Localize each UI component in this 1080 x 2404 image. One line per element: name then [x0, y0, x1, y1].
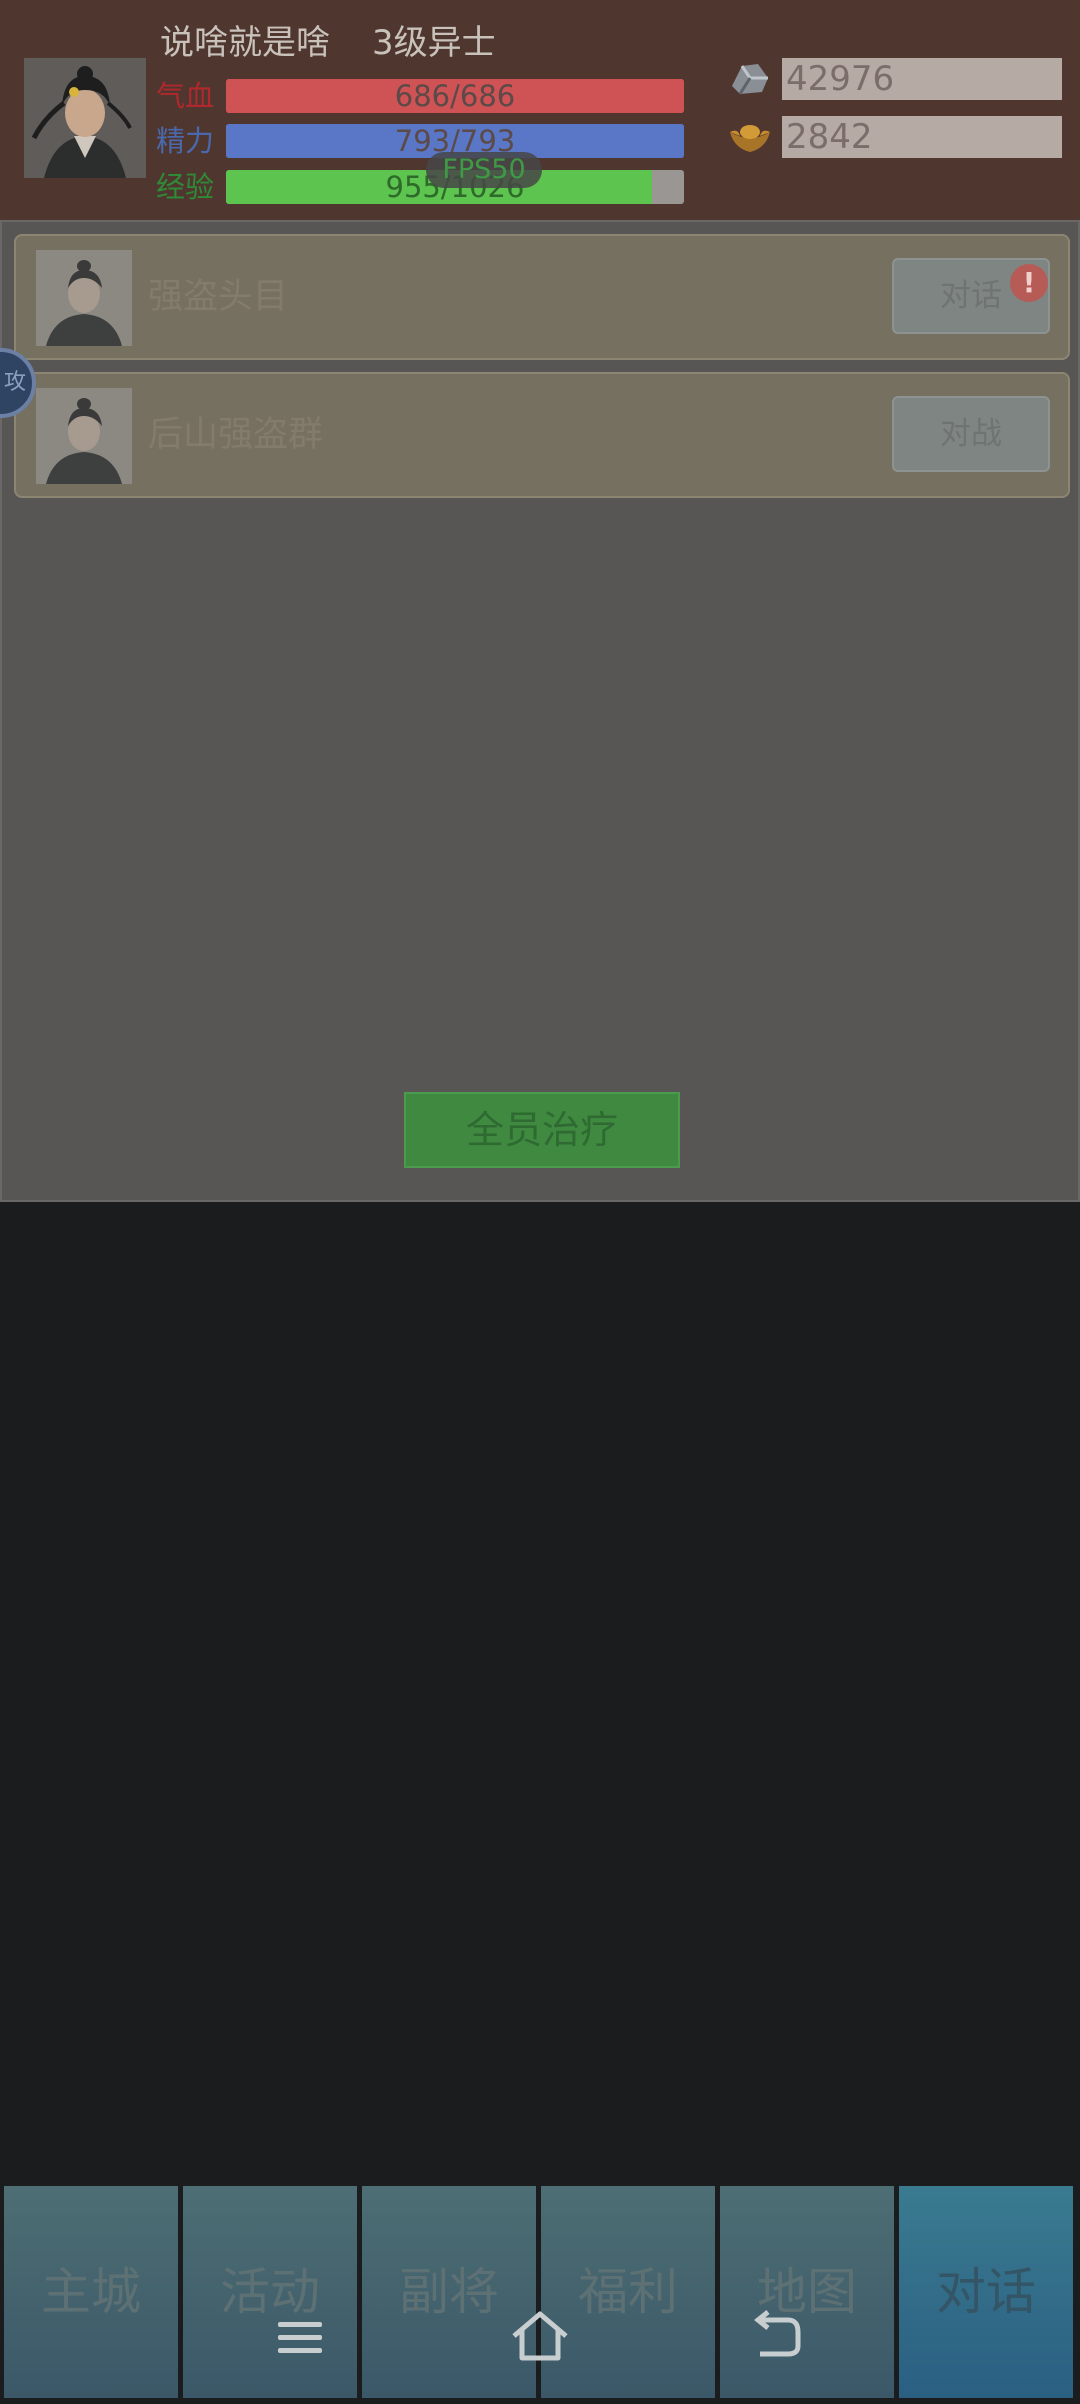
portrait-icon [24, 58, 146, 178]
npc-avatar [36, 250, 132, 346]
gold-value: 2842 [782, 116, 1062, 158]
npc-avatar [36, 388, 132, 484]
bottom-tab-bar: 主城 活动 副将 福利 地图 对话 [0, 2186, 1080, 2404]
heal-all-button[interactable]: 全员治疗 [404, 1092, 680, 1168]
energy-label: 精力 [156, 124, 215, 158]
npc-name: 后山强盗群 [148, 415, 324, 455]
back-icon[interactable] [753, 2310, 804, 2364]
hp-label: 气血 [156, 79, 215, 113]
tab-generals[interactable]: 副将 [362, 2186, 536, 2398]
player-name: 说啥就是啥 [160, 23, 330, 63]
silver-value: 42976 [782, 58, 1062, 100]
bandit-portrait-icon [36, 250, 132, 346]
exp-label: 经验 [156, 170, 215, 204]
tab-activities[interactable]: 活动 [183, 2186, 357, 2398]
dialogue-panel: 强盗头目 对话 ! 后山强盗群 对战 全员治疗 [0, 220, 1080, 1202]
npc-name: 强盗头目 [148, 277, 289, 317]
list-item[interactable]: 后山强盗群 对战 [14, 372, 1070, 498]
bandit-group-portrait-icon [36, 388, 132, 484]
tab-dialogue[interactable]: 对话 [899, 2186, 1073, 2398]
player-title: 说啥就是啥 3级异士 [160, 18, 538, 68]
gold-ingot-icon [728, 114, 772, 158]
fight-button[interactable]: 对战 [892, 396, 1050, 472]
hp-bar: 686/686 [226, 79, 684, 113]
list-item[interactable]: 强盗头目 对话 ! [14, 234, 1070, 360]
tab-main-city[interactable]: 主城 [4, 2186, 178, 2398]
silver-ore-icon [728, 56, 772, 100]
home-icon[interactable] [510, 2310, 570, 2366]
menu-icon[interactable] [276, 2318, 324, 2362]
alert-icon: ! [1010, 264, 1048, 302]
hp-value: 686/686 [394, 79, 516, 113]
fps-counter: FPS50 [426, 152, 542, 188]
player-rank: 3级异士 [372, 23, 496, 63]
tab-rewards[interactable]: 福利 [541, 2186, 715, 2398]
tab-map[interactable]: 地图 [720, 2186, 894, 2398]
player-avatar[interactable] [24, 58, 146, 178]
player-header: 说啥就是啥3级异士 气血 686/686 精力 793/793 经验 955/1… [0, 0, 1080, 220]
